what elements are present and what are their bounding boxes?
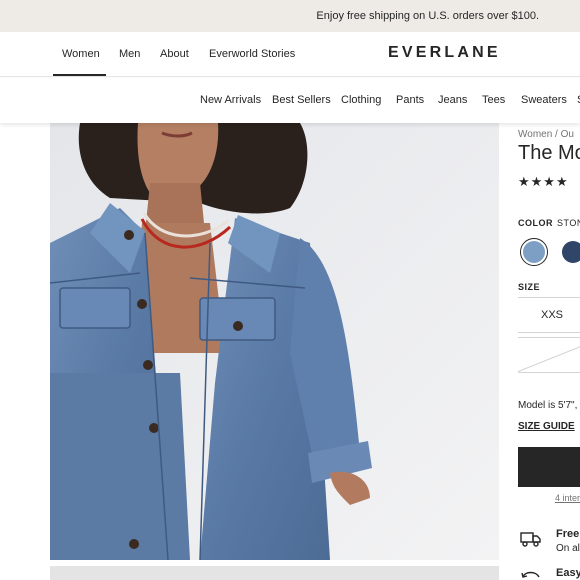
color-swatch-selected[interactable] [520,238,548,266]
rating-stars[interactable]: ★★★★ [518,174,569,190]
category-navigation: New Arrivals Best Sellers Clothing Pants… [0,78,580,123]
returns-title: Easy [556,567,580,579]
nav-everworld-stories[interactable]: Everworld Stories [209,32,295,76]
product-image-secondary[interactable] [50,566,499,580]
color-swatch-dot [523,241,545,263]
installments-link[interactable]: 4 inter [555,493,580,503]
color-value: STONE [557,218,580,228]
returns-icon [521,571,540,578]
category-new-arrivals[interactable]: New Arrivals [200,94,261,106]
size-option-xxs[interactable]: XXS [518,297,580,333]
product-info-panel: Women / Ou The Mo ★★★★ COLOR STONE SIZE X… [518,123,580,580]
model-size-note: Model is 5'7", [518,400,578,411]
size-label: SIZE [518,282,541,292]
category-pants[interactable]: Pants [396,94,424,106]
category-best-sellers[interactable]: Best Sellers [272,94,331,106]
size-guide-link[interactable]: SIZE GUIDE [518,421,575,432]
color-swatch-option[interactable] [562,241,580,263]
truck-icon [520,532,541,547]
promo-banner: Enjoy free shipping on U.S. orders over … [0,0,580,32]
add-to-bag-button[interactable] [518,447,580,487]
category-jeans[interactable]: Jeans [438,94,467,106]
nav-about[interactable]: About [160,32,189,76]
breadcrumb[interactable]: Women / Ou [518,129,574,140]
product-title: The Mo [518,142,580,164]
nav-active-indicator [53,74,106,76]
promo-text: Enjoy free shipping on U.S. orders over … [316,10,539,22]
nav-women[interactable]: Women [62,32,100,76]
category-clothing[interactable]: Clothing [341,94,381,106]
unavailable-strike-icon [518,346,580,373]
nav-men[interactable]: Men [119,32,140,76]
category-tees[interactable]: Tees [482,94,505,106]
color-label: COLOR STONE [518,218,580,228]
product-image[interactable] [50,123,499,560]
size-option-unavailable[interactable] [518,337,580,373]
color-label-text: COLOR [518,218,553,228]
top-navigation: Women Men About Everworld Stories EVERLA… [0,32,580,77]
site-logo[interactable]: EVERLANE [388,44,501,62]
shipping-title: Free [556,528,580,540]
shipping-subtitle: On all [556,543,580,554]
category-sweaters[interactable]: Sweaters [521,94,567,106]
